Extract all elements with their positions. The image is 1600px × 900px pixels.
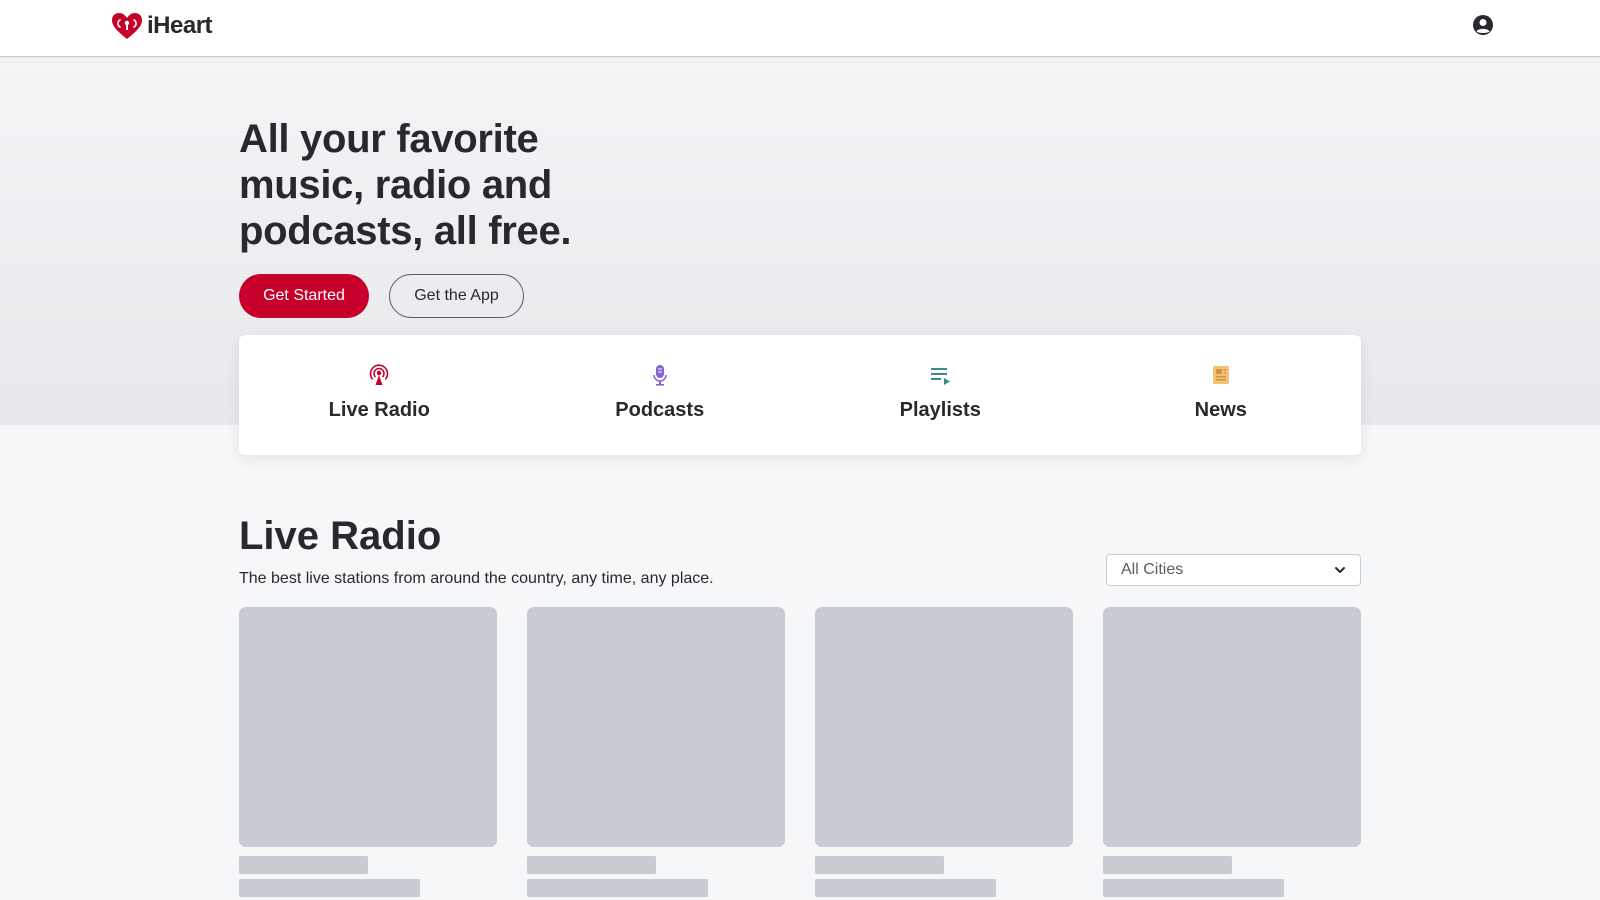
- city-select[interactable]: All Cities: [1106, 554, 1361, 586]
- hero-title: All your favorite music, radio and podca…: [239, 117, 572, 253]
- skeleton-subtitle-line: [239, 879, 420, 897]
- category-nav-card: Live Radio Podcasts Playlists News: [239, 335, 1361, 455]
- skeleton-subtitle-line: [527, 879, 708, 897]
- category-label: News: [1194, 399, 1247, 421]
- radio-tower-icon: [367, 363, 391, 387]
- station-image-placeholder: [815, 607, 1073, 847]
- iheart-logo[interactable]: iHeart: [109, 11, 213, 41]
- iheart-logo-icon: [112, 13, 142, 39]
- live-radio-subtitle: The best live stations from around the c…: [239, 570, 714, 587]
- category-podcasts[interactable]: Podcasts: [520, 335, 801, 455]
- playlist-icon: [928, 363, 952, 387]
- get-the-app-button[interactable]: Get the App: [389, 274, 524, 318]
- category-playlists[interactable]: Playlists: [800, 335, 1081, 455]
- skeleton-subtitle-line: [815, 879, 996, 897]
- newspaper-icon: [1209, 363, 1233, 387]
- category-news[interactable]: News: [1081, 335, 1362, 455]
- skeleton-title-line: [239, 856, 368, 874]
- station-image-placeholder: [239, 607, 497, 847]
- category-live-radio[interactable]: Live Radio: [239, 335, 520, 455]
- logo-text: iHeart: [147, 12, 213, 39]
- station-tile-placeholder[interactable]: [1103, 607, 1361, 897]
- skeleton-title-line: [527, 856, 656, 874]
- station-image-placeholder: [1103, 607, 1361, 847]
- get-started-button[interactable]: Get Started: [239, 274, 369, 318]
- category-label: Playlists: [899, 399, 981, 421]
- skeleton-subtitle-line: [1103, 879, 1284, 897]
- skeleton-title-line: [1103, 856, 1232, 874]
- top-nav: iHeart: [0, 0, 1600, 57]
- category-label: Podcasts: [615, 399, 705, 421]
- station-image-placeholder: [527, 607, 785, 847]
- city-select-value: All Cities: [1121, 561, 1184, 578]
- chevron-down-icon: [1335, 567, 1345, 573]
- user-account-button[interactable]: [1472, 14, 1494, 36]
- station-tile-placeholder[interactable]: [815, 607, 1073, 897]
- skeleton-title-line: [815, 856, 944, 874]
- microphone-icon: [648, 363, 672, 387]
- station-tile-placeholder[interactable]: [527, 607, 785, 897]
- user-circle-icon: [1473, 15, 1493, 35]
- station-tile-placeholder[interactable]: [239, 607, 497, 897]
- live-radio-heading: Live Radio: [239, 514, 442, 558]
- category-label: Live Radio: [328, 399, 430, 421]
